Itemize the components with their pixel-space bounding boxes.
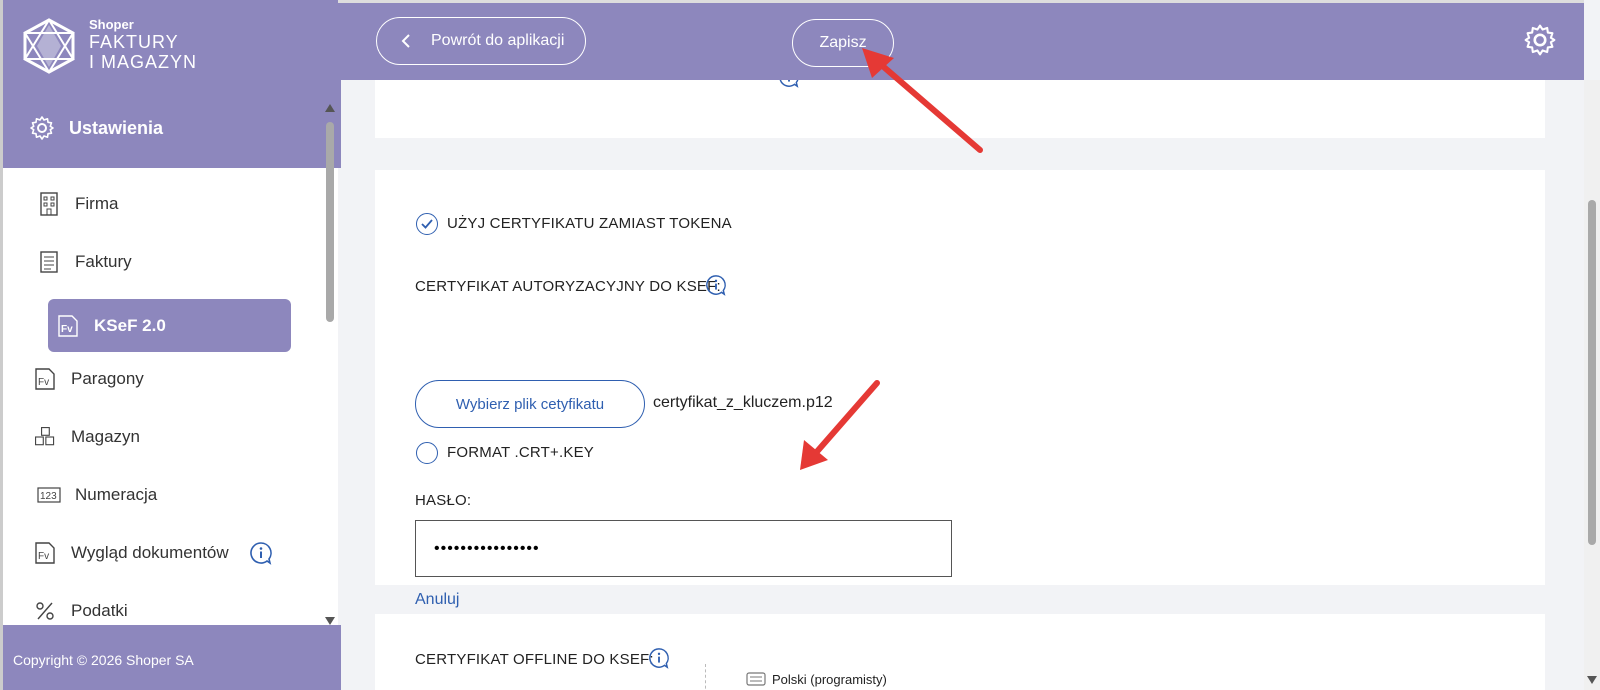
ksef-certificate-card: UŻYJ CERTYFIKATU ZAMIAST TOKENA CERTYFIK… <box>375 170 1545 608</box>
sidebar-item-label: KSeF 2.0 <box>94 315 166 335</box>
password-label: HASŁO: <box>415 492 472 509</box>
info-icon[interactable] <box>778 80 800 88</box>
sidebar-item-wyglad[interactable]: Fv Wygląd dokumentów <box>33 541 273 565</box>
svg-text:Fv: Fv <box>38 551 49 562</box>
selected-file-name: certyfikat_z_kluczem.p12 <box>653 394 833 411</box>
scroll-down-arrow-icon[interactable] <box>325 617 335 625</box>
sidebar-item-label: Firma <box>75 194 119 213</box>
building-icon <box>37 192 61 216</box>
sidebar-item-ksef[interactable]: Fv KSeF 2.0 <box>48 299 291 352</box>
sidebar-scrollbar[interactable] <box>323 100 337 625</box>
sidebar-item-label: Paragony <box>71 369 144 388</box>
svg-text:Fv: Fv <box>38 377 49 388</box>
settings-section[interactable]: Ustawienia <box>29 115 163 141</box>
format-crt-key-radio[interactable] <box>416 442 438 464</box>
fv-icon: Fv <box>33 541 57 565</box>
brand-small: Shoper <box>89 17 134 32</box>
sidebar-item-label: Podatki <box>71 601 128 620</box>
brand-line1: FAKTURY <box>89 32 179 52</box>
save-label: Zapisz <box>819 34 867 51</box>
copyright-footer: Copyright © 2026 Shoper SA <box>3 625 341 690</box>
main-scroll-thumb[interactable] <box>1588 200 1596 545</box>
fv-icon: Fv <box>33 367 57 391</box>
checkmark-icon <box>421 219 433 229</box>
keyboard-language-indicator[interactable]: Polski (programisty) <box>705 664 937 690</box>
fv-icon: Fv <box>56 314 80 338</box>
offline-certificate-card: CERTYFIKAT OFFLINE DO KSEF: Polski (prog… <box>375 614 1545 690</box>
sidebar-nav: Firma Faktury Fv KSeF 2.0 Fv Paragony Ma… <box>3 180 321 625</box>
settings-title: Ustawienia <box>69 117 164 138</box>
brand-text: Shoper FAKTURY I MAGAZYN <box>89 18 197 71</box>
sidebar: Shoper FAKTURY I MAGAZYN Ustawienia Firm… <box>0 0 341 690</box>
sidebar-header: Shoper FAKTURY I MAGAZYN Ustawienia <box>3 0 341 168</box>
main-content: UŻYJ CERTYFIKATU ZAMIAST TOKENA CERTYFIK… <box>338 80 1584 690</box>
document-icon <box>37 250 61 274</box>
sidebar-item-label: Numeracja <box>75 485 158 504</box>
chevron-left-icon <box>401 34 410 48</box>
previous-card <box>375 80 1545 138</box>
sidebar-item-label: Wygląd dokumentów <box>71 543 229 562</box>
sidebar-item-label: Magazyn <box>71 427 140 446</box>
info-icon[interactable] <box>705 274 727 296</box>
tax-icon <box>33 599 57 623</box>
back-to-app-button[interactable]: Powrót do aplikacji <box>376 17 586 65</box>
keyboard-icon <box>746 672 766 686</box>
password-field[interactable] <box>415 520 952 577</box>
save-button[interactable]: Zapisz <box>792 19 894 67</box>
info-icon[interactable] <box>249 541 273 565</box>
offline-cert-label: CERTYFIKAT OFFLINE DO KSEF: <box>415 651 654 668</box>
auth-cert-label: CERTYFIKAT AUTORYZACYJNY DO KSEF: <box>415 278 721 295</box>
back-to-app-label: Powrót do aplikacji <box>431 32 565 49</box>
brand-line2: I MAGAZYN <box>89 52 198 72</box>
cancel-link[interactable]: Anuluj <box>415 591 459 609</box>
gear-icon <box>30 116 54 140</box>
sidebar-item-firma[interactable]: Firma <box>37 192 118 216</box>
choose-certificate-file-button[interactable]: Wybierz plik cetyfikatu <box>415 380 645 428</box>
logo-icon <box>23 18 75 74</box>
use-certificate-label: UŻYJ CERTYFIKATU ZAMIAST TOKENA <box>447 215 732 232</box>
sidebar-item-faktury[interactable]: Faktury <box>37 250 132 274</box>
settings-gear-icon[interactable] <box>1523 23 1557 57</box>
use-certificate-checkbox[interactable] <box>416 213 438 235</box>
sidebar-item-label: Faktury <box>75 252 132 271</box>
keyboard-language-label: Polski (programisty) <box>772 671 887 687</box>
numbers-icon: 123 <box>37 483 61 507</box>
boxes-icon <box>33 425 57 449</box>
sidebar-item-paragony[interactable]: Fv Paragony <box>33 367 144 391</box>
choose-file-label: Wybierz plik cetyfikatu <box>455 395 605 413</box>
sidebar-item-magazyn[interactable]: Magazyn <box>33 425 140 449</box>
main-scrollbar[interactable] <box>1584 80 1600 690</box>
format-crt-key-label: FORMAT .CRT+.KEY <box>447 444 594 461</box>
scroll-down-arrow-icon[interactable] <box>1587 676 1597 684</box>
sidebar-item-numeracja[interactable]: 123 Numeracja <box>37 483 157 507</box>
info-icon[interactable] <box>648 647 670 669</box>
sidebar-scroll-thumb[interactable] <box>326 122 334 322</box>
sidebar-item-podatki[interactable]: Podatki <box>33 599 128 623</box>
svg-text:123: 123 <box>40 491 57 502</box>
top-header: Powrót do aplikacji Zapisz <box>338 0 1584 80</box>
svg-text:Fv: Fv <box>61 324 73 335</box>
scroll-up-arrow-icon[interactable] <box>325 104 335 112</box>
